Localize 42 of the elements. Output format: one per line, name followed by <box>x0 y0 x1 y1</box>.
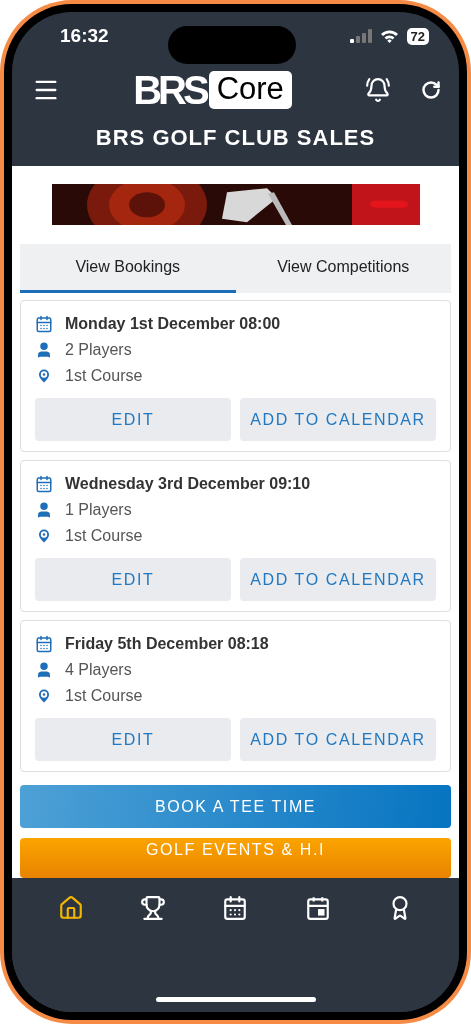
calendar-icon <box>222 895 249 921</box>
logo-brand: BRS <box>133 70 206 110</box>
battery-level: 72 <box>406 27 429 45</box>
course-name: 1st Course <box>65 527 143 545</box>
booking-date: Monday 1st December 08:00 <box>65 315 281 333</box>
nav-tab[interactable] <box>222 895 249 921</box>
trophy-icon <box>140 895 167 921</box>
booking-action-button[interactable]: EDIT <box>35 398 231 441</box>
person-icon <box>35 501 53 519</box>
club-title: BRS GOLF CLUB SALES <box>94 124 377 152</box>
booking-action-button[interactable]: ADD TO CALENDAR <box>240 398 436 441</box>
calendar-day-icon <box>304 895 331 921</box>
bell-icon[interactable] <box>365 77 391 103</box>
signal-icon <box>349 29 372 43</box>
booking-action-button[interactable]: EDIT <box>35 558 231 601</box>
golf-events-button[interactable]: GOLF EVENTS & H.I <box>20 838 451 878</box>
wifi-icon <box>379 29 399 43</box>
player-count: 1 Players <box>65 501 132 519</box>
calendar-icon <box>35 315 53 333</box>
booking-action-button[interactable]: ADD TO CALENDAR <box>240 558 436 601</box>
person-icon <box>35 341 53 359</box>
calendar-icon <box>35 475 53 493</box>
player-count: 4 Players <box>65 661 132 679</box>
status-time: 16:32 <box>60 25 109 47</box>
home-icon <box>58 895 85 921</box>
course-name: 1st Course <box>65 687 143 705</box>
booking-action-button[interactable]: ADD TO CALENDAR <box>240 718 436 761</box>
refresh-icon[interactable] <box>421 80 441 100</box>
booking-action-button[interactable]: EDIT <box>35 718 231 761</box>
book-tee-time-button[interactable]: BOOK A TEE TIME <box>20 785 451 828</box>
calendar-icon <box>35 635 53 653</box>
nav-tab[interactable] <box>140 895 167 921</box>
nav-tab[interactable] <box>304 895 331 921</box>
nav-tab[interactable] <box>58 895 85 921</box>
logo-product: Core <box>208 71 292 109</box>
booking-date: Wednesday 3rd December 09:10 <box>65 475 311 493</box>
tab[interactable]: View Competitions <box>235 244 451 293</box>
tab[interactable]: View Bookings <box>20 244 236 293</box>
course-name: 1st Course <box>65 367 143 385</box>
booking-date: Friday 5th December 08:18 <box>65 635 269 653</box>
person-icon <box>35 661 53 679</box>
player-count: 2 Players <box>65 341 132 359</box>
